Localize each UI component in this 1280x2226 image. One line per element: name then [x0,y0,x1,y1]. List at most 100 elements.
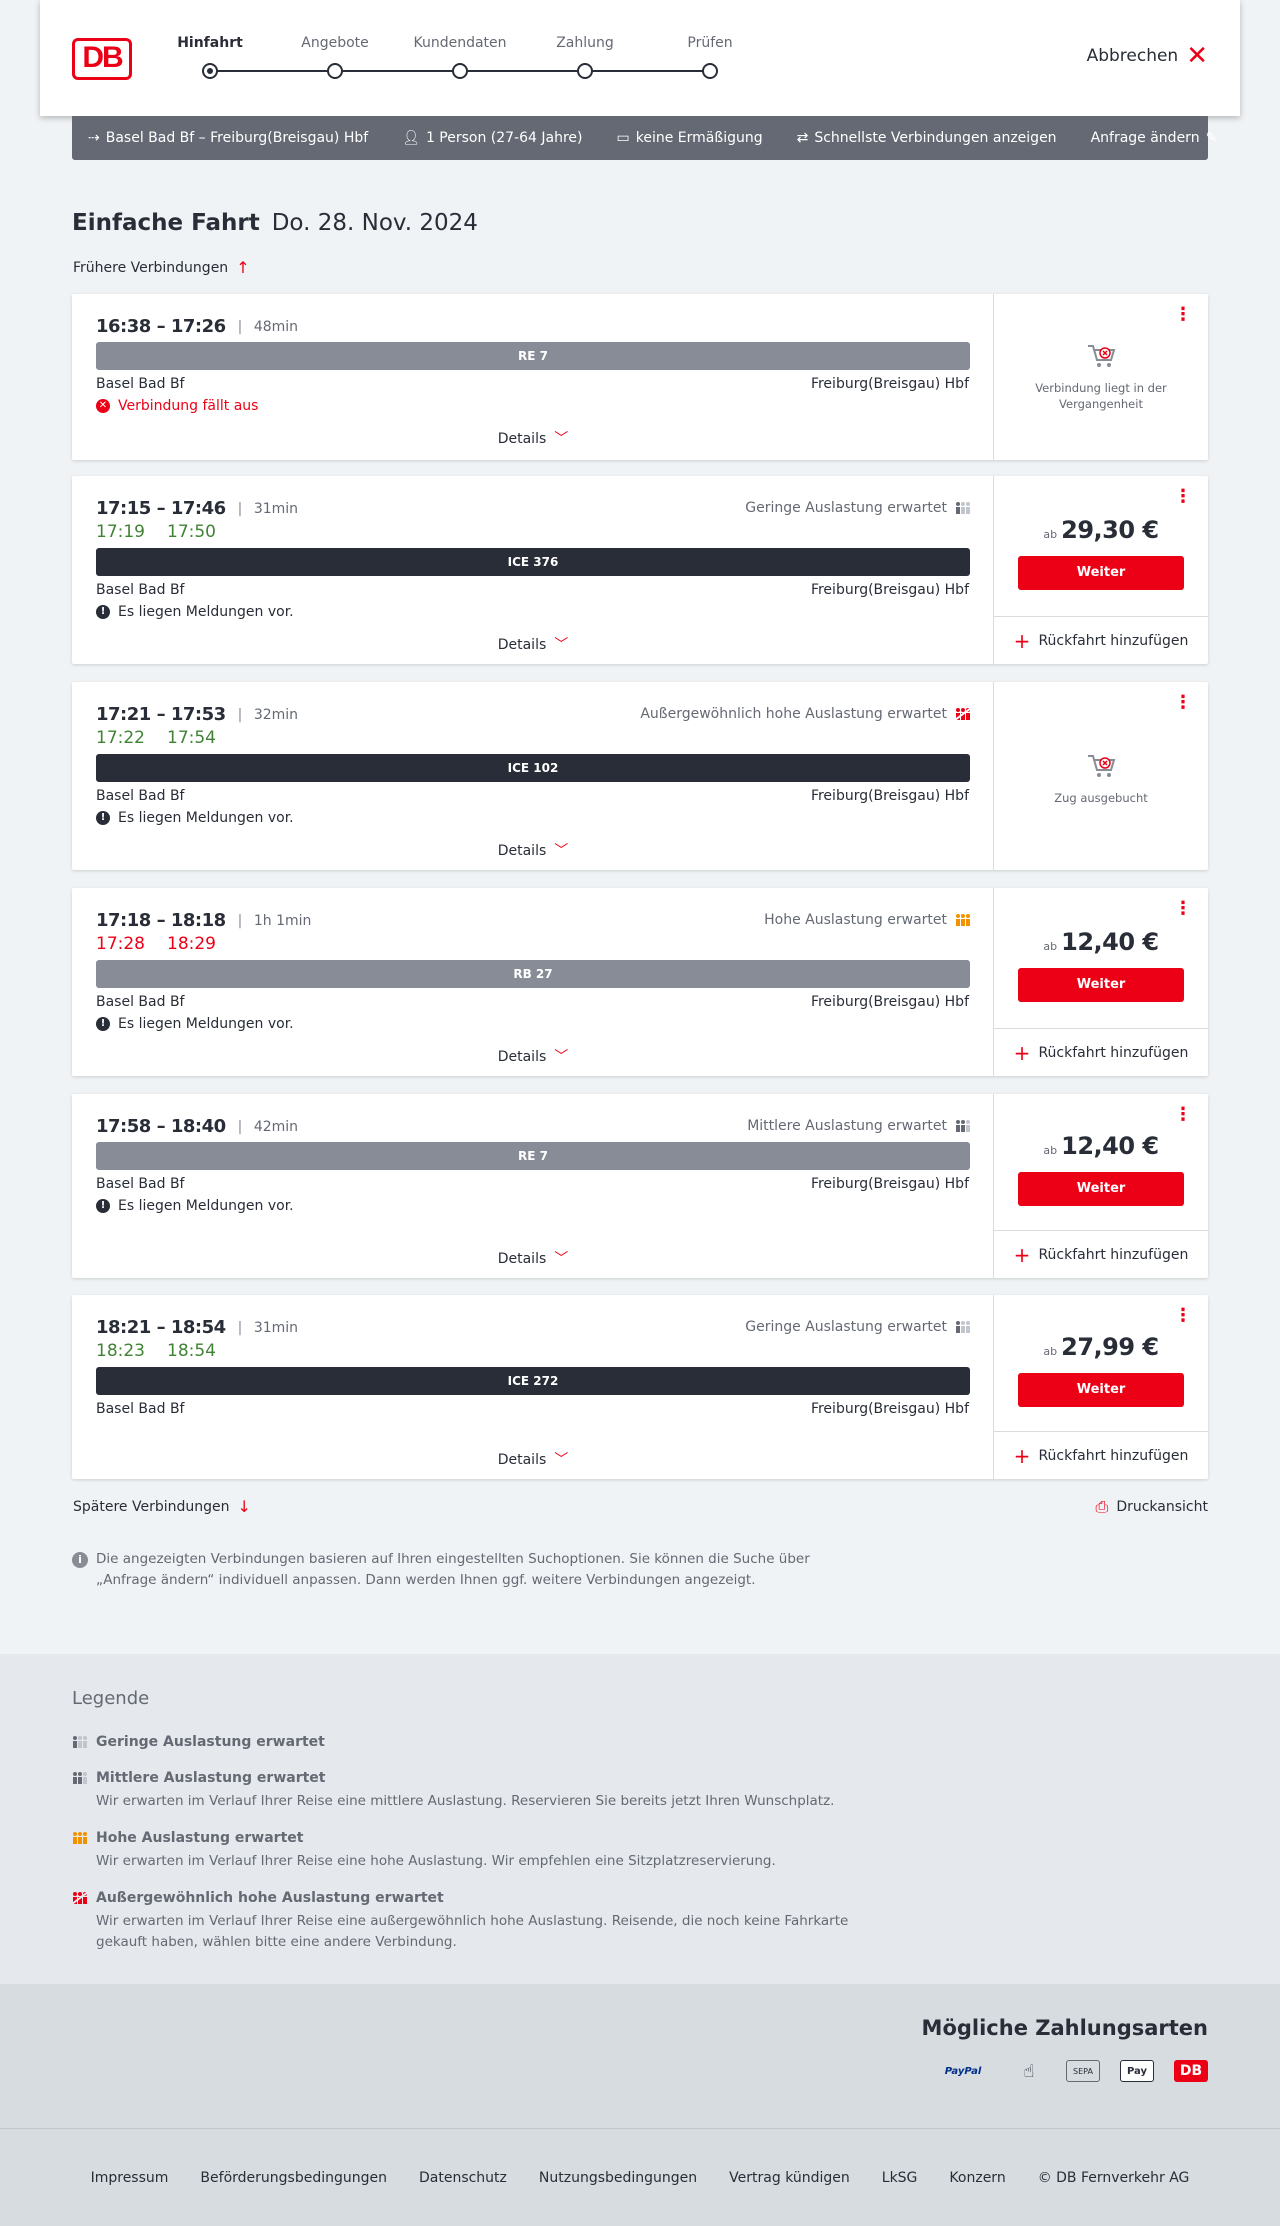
realtime-times: 17:28 18:29 [96,934,216,954]
destination-station: Freiburg(Breisgau) Hbf [810,376,969,392]
sepa-icon: SEPA [1066,2060,1100,2082]
duration: 48min [253,318,299,335]
arrow-right-icon: ⇢ [88,130,100,146]
price: ab 29,30 € [1043,516,1159,544]
details-toggle[interactable]: Details ﹀ [72,1449,994,1469]
info-note: i Die angezeigten Verbindungen basieren … [72,1549,852,1591]
arrow-down-icon: ↓ [237,1497,251,1516]
footer-link-nutzungsbedingungen[interactable]: Nutzungsbedingungen [539,2170,697,2186]
step-angebote: Angebote [301,35,369,51]
price: ab 12,40 € [1043,1132,1159,1160]
add-return-button[interactable]: + Rückfahrt hinzufügen [994,616,1208,664]
origin-station: Basel Bad Bf [96,1176,185,1192]
cart-disabled-icon [1088,755,1116,777]
footer-link-befoerderungsbedingungen[interactable]: Beförderungsbedingungen [200,2170,387,2186]
card-icon: ▭ [616,130,630,146]
connection-info: 17:58 – 18:40 | 42min Mittlere Auslastung … [72,1094,994,1278]
details-toggle[interactable]: Details ﹀ [72,840,994,860]
connection-card: 17:18 – 18:18 | 1h 1min 17:28 18:29 Hohe Au… [72,888,1208,1076]
continue-button[interactable]: Weiter [1018,1373,1184,1407]
occupancy-low-icon [956,1321,970,1333]
chevron-down-icon: ﹀ [554,431,569,447]
duration: 31min [253,500,299,517]
realtime-times: 17:22 17:54 [96,728,216,748]
more-options-icon[interactable]: ⋮ [1174,306,1192,324]
footer-link-impressum[interactable]: Impressum [91,2170,169,2186]
step-hinfahrt: Hinfahrt [177,35,243,51]
train-bar: RE 7 [96,342,970,370]
connection-times: 17:18 – 18:18 | 1h 1min [96,910,312,931]
cancel-message: ✕ Verbindung fällt aus [96,398,258,414]
cart-disabled-icon [1088,345,1116,367]
connection-card: 17:15 – 17:46 | 31min 17:19 17:50 Geringe A… [72,476,1208,664]
alert-icon: ! [96,1199,110,1213]
occupancy-medium-icon [956,1120,970,1132]
occupancy-indicator: Außergewöhnlich hohe Auslastung erwartet [640,706,971,722]
more-options-icon[interactable]: ⋮ [1174,694,1192,712]
connection-info: 17:21 – 17:53 | 32min 17:22 17:54 Außergewö… [72,682,994,870]
step-dot [452,63,468,79]
train-bar: ICE 376 [96,548,970,576]
apple-pay-icon: Pay [1120,2060,1154,2082]
details-toggle[interactable]: Details ﹀ [72,634,994,654]
connection-card: 17:21 – 17:53 | 32min 17:22 17:54 Außergewö… [72,682,1208,870]
connection-times: 17:58 – 18:40 | 42min [96,1116,299,1137]
continue-button[interactable]: Weiter [1018,1172,1184,1206]
print-view-link[interactable]: ⎙ Druckansicht [1096,1497,1208,1517]
footer-link-datenschutz[interactable]: Datenschutz [419,2170,507,2186]
destination-station: Freiburg(Breisgau) Hbf [810,1401,969,1417]
legend-item: Mittlere Auslastung erwartet Wir erwarte… [72,1770,856,1812]
page-title: Einfache Fahrt Do. 28. Nov. 2024 [72,210,478,236]
legend-item: Außergewöhnlich hohe Auslastung erwartet… [72,1890,856,1953]
connection-info: 16:38 – 17:26 | 48min RE 7 Basel Bad Bf Fr… [72,294,994,460]
legend-item: Geringe Auslastung erwartet [72,1734,325,1750]
occupancy-low-icon [956,502,970,514]
train-bar: RB 27 [96,960,970,988]
legend-title: Legende [72,1688,150,1709]
chevron-down-icon: ﹀ [554,1049,569,1065]
more-options-icon[interactable]: ⋮ [1174,1307,1192,1325]
add-return-button[interactable]: + Rückfahrt hinzufügen [994,1431,1208,1479]
occupancy-indicator: Mittlere Auslastung erwartet [747,1118,971,1134]
earlier-connections-link[interactable]: Frühere Verbindungen ↑ [73,258,250,277]
paypal-icon: PayPal [944,2065,982,2077]
offer-panel: ⋮ ab 12,40 € Weiter + Rückfahrt hinzufügen [994,1094,1208,1278]
notice-message: ! Es liegen Meldungen vor. [96,810,294,826]
payment-methods-title: Mögliche Zahlungsarten [921,2016,1208,2040]
offer-panel: ⋮ Zug ausgebucht [994,682,1208,870]
continue-button[interactable]: Weiter [1018,556,1184,590]
connection-times: 18:21 – 18:54 | 31min [96,1317,299,1338]
more-options-icon[interactable]: ⋮ [1174,900,1192,918]
footer-link-vertrag-kuendigen[interactable]: Vertrag kündigen [729,2170,850,2186]
step-dot-active [202,63,218,79]
more-options-icon[interactable]: ⋮ [1174,1106,1192,1124]
occupancy-indicator: Geringe Auslastung erwartet [745,1319,971,1335]
occupancy-low-icon [73,1736,87,1748]
offer-panel: ⋮ ab 29,30 € Weiter + Rückfahrt hinzufügen [994,476,1208,664]
occupancy-indicator: Hohe Auslastung erwartet [764,912,971,928]
db-logo[interactable]: DB [72,38,132,80]
connection-info: 18:21 – 18:54 | 31min 18:23 18:54 Geringe A… [72,1295,994,1479]
close-icon: ✕ [1186,41,1208,71]
continue-button[interactable]: Weiter [1018,968,1184,1002]
details-toggle[interactable]: Details ﹀ [72,1248,994,1268]
cancel-button[interactable]: Abbrechen ✕ [1086,41,1208,71]
later-connections-link[interactable]: Spätere Verbindungen ↓ [73,1497,251,1516]
footer-link-konzern[interactable]: Konzern [949,2170,1005,2186]
connection-info: 17:18 – 18:18 | 1h 1min 17:28 18:29 Hohe Au… [72,888,994,1076]
edit-request-button[interactable]: Anfrage ändern ✎ [1091,130,1218,146]
details-toggle[interactable]: Details ﹀ [72,1046,994,1066]
notice-message: ! Es liegen Meldungen vor. [96,1198,294,1214]
fastest-toggle[interactable]: ⇄ Schnellste Verbindungen anzeigen [797,130,1057,146]
add-return-button[interactable]: + Rückfahrt hinzufügen [994,1230,1208,1278]
realtime-times: 17:19 17:50 [96,522,216,542]
occupancy-high-icon [73,1832,87,1844]
add-return-button[interactable]: + Rückfahrt hinzufügen [994,1028,1208,1076]
details-toggle[interactable]: Details ﹀ [72,428,994,448]
realtime-times: 18:23 18:54 [96,1341,216,1361]
connection-card: 18:21 – 18:54 | 31min 18:23 18:54 Geringe A… [72,1295,1208,1479]
more-options-icon[interactable]: ⋮ [1174,488,1192,506]
error-icon: ✕ [96,399,110,413]
footer-link-lksg[interactable]: LkSG [882,2170,918,2186]
cancel-label: Abbrechen [1086,46,1179,66]
